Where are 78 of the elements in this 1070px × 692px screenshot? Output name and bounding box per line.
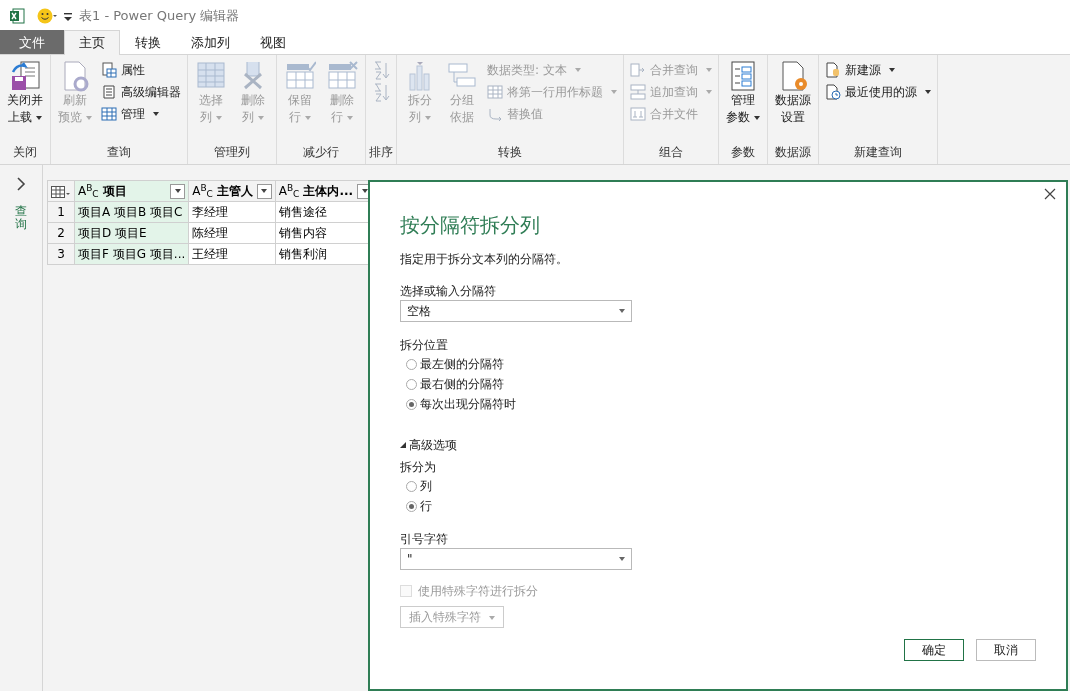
advanced-toggle[interactable]: 高级选项 xyxy=(400,436,1036,454)
group-label: 查询 xyxy=(106,144,132,161)
ribbon-button[interactable]: 属性 xyxy=(98,60,184,80)
ribbon-button[interactable]: 最近使用的源 xyxy=(822,82,934,102)
dropdown-icon[interactable] xyxy=(170,183,186,199)
dialog-title: 按分隔符拆分列 xyxy=(400,212,541,239)
field-label: 拆分位置 xyxy=(400,337,449,354)
ribbon-button[interactable]: 新建源 xyxy=(822,60,934,80)
excel-icon xyxy=(9,7,25,24)
table-icon[interactable] xyxy=(51,185,71,198)
column-label: 项目 xyxy=(102,183,127,200)
expand-icon[interactable] xyxy=(400,442,406,448)
radio-option[interactable]: 每次出现分隔符时 xyxy=(400,394,516,414)
dialog-description: 指定用于拆分文本列的分隔符。 xyxy=(400,251,569,268)
group-label: 关闭 xyxy=(12,144,38,161)
ribbon-button[interactable]: 管理 xyxy=(98,104,184,124)
field-label: 拆分为 xyxy=(400,459,437,476)
column-label: 主管人 xyxy=(216,183,253,200)
file-tab[interactable]: 文件 xyxy=(0,30,64,54)
row-number: 1 xyxy=(47,201,75,223)
dropdown-field[interactable]: " xyxy=(400,548,632,570)
ribbon-icon xyxy=(487,84,503,100)
group-label: 管理列 xyxy=(213,144,251,161)
group-label: 组合 xyxy=(658,144,684,161)
radio-icon[interactable] xyxy=(406,358,417,370)
ribbon-tab[interactable]: 主页 xyxy=(64,30,120,55)
group-label: 参数 xyxy=(730,144,756,161)
column-label: 主体内... xyxy=(303,183,354,200)
radio-option[interactable]: 列 xyxy=(400,476,432,496)
window-title: 表1 - Power Query 编辑器 xyxy=(79,6,240,25)
column-header[interactable]: A$^{B}$$_{C}$ 项目 xyxy=(74,180,189,202)
radio-icon[interactable] xyxy=(406,480,417,492)
dropdown-field[interactable]: 空格 xyxy=(400,300,632,322)
ribbon-button[interactable]: 高级编辑器 xyxy=(98,82,184,102)
cancel-button[interactable]: 取消 xyxy=(976,639,1036,661)
pane-label: 查询 xyxy=(15,205,27,232)
ribbon-icon xyxy=(284,60,316,92)
group-label: 新建查询 xyxy=(853,144,903,161)
smiley-icon[interactable] xyxy=(37,7,57,24)
ribbon-tab[interactable]: 视图 xyxy=(245,30,301,54)
ribbon-icon xyxy=(630,106,646,122)
field-label: 引号字符 xyxy=(400,531,449,548)
close-icon[interactable] xyxy=(1044,188,1056,200)
ribbon-icon xyxy=(326,60,358,92)
radio-icon[interactable] xyxy=(406,398,417,410)
ribbon-button[interactable]: 数据源 设置 xyxy=(771,58,815,142)
ribbon-icon xyxy=(101,62,117,78)
radio-option[interactable]: 行 xyxy=(400,496,432,516)
group-label: 数据源 xyxy=(774,144,812,161)
radio-icon[interactable] xyxy=(406,500,417,512)
ribbon-icon xyxy=(825,84,841,100)
ribbon-icon xyxy=(630,84,646,100)
ribbon-icon xyxy=(101,106,117,122)
ribbon-icon xyxy=(101,84,117,100)
group-label: 排序 xyxy=(369,144,393,161)
row-number: 3 xyxy=(47,243,75,265)
ribbon-button[interactable]: 关闭并 上载 xyxy=(3,58,47,142)
table-cell: 陈经理 xyxy=(188,222,276,244)
field-label: 选择或输入分隔符 xyxy=(400,283,497,300)
expand-icon[interactable] xyxy=(16,177,26,191)
group-label: 减少行 xyxy=(302,144,340,161)
ok-button[interactable]: 确定 xyxy=(904,639,964,661)
row-number: 2 xyxy=(47,222,75,244)
group-label: 转换 xyxy=(497,144,523,161)
ribbon-icon xyxy=(825,62,841,78)
ribbon-icon xyxy=(9,60,41,92)
column-header[interactable]: A$^{B}$$_{C}$ 主管人 xyxy=(188,180,276,202)
ribbon-button[interactable]: 管理 参数 xyxy=(722,58,764,142)
radio-option[interactable]: 最右侧的分隔符 xyxy=(400,374,504,394)
ribbon-icon xyxy=(487,106,503,122)
ribbon-tab[interactable]: 转换 xyxy=(120,30,176,54)
dropdown-icon[interactable] xyxy=(256,183,272,199)
table-cell: 王经理 xyxy=(188,243,276,265)
radio-option[interactable]: 最左侧的分隔符 xyxy=(400,354,504,374)
table-cell: 李经理 xyxy=(188,201,276,223)
radio-icon[interactable] xyxy=(406,378,417,390)
ribbon-tab[interactable]: 添加列 xyxy=(176,30,245,54)
ribbon-icon xyxy=(630,62,646,78)
